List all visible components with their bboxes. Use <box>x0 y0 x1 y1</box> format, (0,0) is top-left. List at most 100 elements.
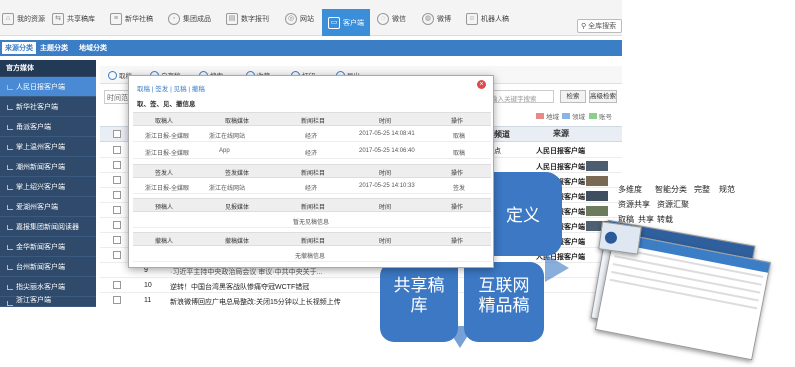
sidebar-item[interactable]: 台州新闻客户端 <box>0 257 96 277</box>
header-cell: 撤稿媒体 <box>225 239 250 245</box>
row-title[interactable]: ·习近平主持中央政治局会议 审议·中共中央关于... <box>170 267 322 277</box>
sidebar-item[interactable]: 爱湖州客户端 <box>0 197 96 217</box>
cell: 浙江在线网站 <box>209 186 246 192</box>
legend-swatch <box>562 113 570 119</box>
modal-subtitle: 取、签、见、撤信息 <box>137 101 196 108</box>
row-number: 11 <box>144 297 152 304</box>
row-title[interactable]: 新浪微博回应广电总局整改:关闭15分钟以上长视频上传 <box>170 297 341 307</box>
legend-region: 地域 <box>536 111 559 121</box>
header-cell: 预稿人 <box>155 205 174 211</box>
header-cell: 时间 <box>379 119 392 125</box>
cell: 取稿 <box>453 134 466 140</box>
sidebar-item[interactable]: 人民日报客户端 <box>0 77 96 97</box>
row-checkbox[interactable] <box>113 206 121 214</box>
row-checkbox[interactable] <box>113 146 121 154</box>
tab-group-products[interactable]: ◦ 集团成品 <box>168 10 211 28</box>
wechat-icon: ◌ <box>377 13 389 25</box>
feature-text: 资源共享 <box>618 200 650 209</box>
header-cell: 时间 <box>379 205 392 211</box>
retrieve-button[interactable]: 检索 <box>560 90 586 103</box>
product-screenshot-logo <box>598 221 642 255</box>
cell: 2017-05-25 14:06:40 <box>359 148 415 154</box>
legend-field: 领域 <box>562 111 585 121</box>
cell: 取稿 <box>453 151 466 157</box>
row-title[interactable]: 点 <box>494 146 501 156</box>
sidebar-item[interactable]: 掌上温州客户端 <box>0 137 96 157</box>
sidebar-item[interactable]: 新华社客户端 <box>0 97 96 117</box>
row-checkbox[interactable] <box>113 191 121 199</box>
modal-tabs[interactable]: 取稿 | 签发 | 见稿 | 撤稿 <box>137 83 205 93</box>
client-icon: ▭ <box>328 16 340 29</box>
header-cell: 新闻栏目 <box>301 119 326 125</box>
sidebar-item[interactable]: 浙江客户端 <box>0 293 96 307</box>
row-title[interactable]: 逆转！中国台湾黑客战队惨痛夺冠WCTF错冠 <box>170 282 309 292</box>
feature-text: 完整 <box>694 185 710 194</box>
row-checkbox[interactable] <box>113 251 121 259</box>
header-cell: 取稿人 <box>155 119 174 125</box>
cell: 经济 <box>305 151 318 157</box>
cell: 2017-05-25 14:08:41 <box>359 131 415 137</box>
sidebar-item[interactable]: 甬派客户端 <box>0 117 96 137</box>
select-all-checkbox[interactable] <box>113 130 121 138</box>
thumbnail-image <box>586 191 608 201</box>
tab-website[interactable]: ◎ 网站 <box>285 10 314 28</box>
withdraw-empty-row: 无撤稿信息 <box>133 248 491 262</box>
sidebar-item[interactable]: 嘉报集团新闻阅读器 <box>0 217 96 237</box>
advanced-search-button[interactable]: 高级检索 <box>589 90 617 103</box>
tab-robot[interactable]: ☺ 机器人稿 <box>466 10 509 28</box>
tab-digital-newspaper[interactable]: ▤ 数字报刊 <box>226 10 269 28</box>
share-icon: ⇆ <box>52 13 64 25</box>
cell: 浙江在线网站 <box>209 134 246 140</box>
tab-client[interactable]: ▭ 客户端 <box>322 9 370 36</box>
row-source: 人民日报客户端 <box>536 148 585 155</box>
tab-shared-library[interactable]: ⇆ 共享稿库 <box>52 10 95 28</box>
header-cell: 新闻栏目 <box>301 171 326 177</box>
header-cell: 撤稿人 <box>155 239 174 245</box>
sidebar-heading: 官方媒体 <box>0 60 96 76</box>
row-source: 人民日报客户端 <box>536 164 585 171</box>
logo-icon <box>604 230 618 245</box>
feature-text: 智能分类 <box>655 185 687 194</box>
cell: 2017-05-25 14:10:33 <box>359 183 415 189</box>
header-cell: 取稿媒体 <box>225 119 250 125</box>
tab-weibo[interactable]: ◍ 微博 <box>422 10 451 28</box>
column-header-category: 频道 <box>494 130 510 139</box>
cell: 经济 <box>305 134 318 140</box>
thumbnail-image <box>586 176 608 186</box>
category-region[interactable]: 地域分类 <box>79 43 107 53</box>
row-checkbox[interactable] <box>113 236 121 244</box>
header-cell: 操作 <box>451 119 464 125</box>
take-icon <box>108 70 117 80</box>
row-checkbox[interactable] <box>113 281 121 289</box>
take-row: 浙江日报-全媒眼 App 经济 2017-05-25 14:06:40 取稿 <box>133 145 491 159</box>
sidebar-item[interactable]: 潮州新闻客户端 <box>0 157 96 177</box>
keyword-search-input[interactable]: 输入关键字搜索 <box>488 90 554 103</box>
close-icon[interactable]: × <box>477 80 486 89</box>
tab-my-resources[interactable]: ⌂ 我的资源 <box>2 10 45 28</box>
diagram-arrow-down <box>446 326 474 348</box>
feature-text: 转载 <box>657 215 673 224</box>
category-topic[interactable]: 主题分类 <box>40 43 68 53</box>
sign-row: 浙江日报-全媒眼 浙江在线网站 经济 2017-05-25 14:10:33 签… <box>133 180 491 194</box>
row-checkbox[interactable] <box>113 161 121 169</box>
row-number: 9 <box>144 267 148 274</box>
cell: 浙江日报-全媒眼 <box>145 186 189 192</box>
weibo-icon: ◍ <box>422 13 434 25</box>
header-cell: 时间 <box>379 171 392 177</box>
sidebar-item[interactable]: 掌上绍兴客户端 <box>0 177 96 197</box>
row-checkbox[interactable] <box>113 176 121 184</box>
cell: 经济 <box>305 186 318 192</box>
row-checkbox[interactable] <box>113 296 121 304</box>
globe-icon: ◎ <box>285 13 297 25</box>
sidebar-item[interactable]: 金华新闻客户端 <box>0 237 96 257</box>
article-history-modal: 取稿 | 签发 | 见稿 | 撤稿 取、签、见、撤信息 × 取稿人 取稿媒体 新… <box>128 75 494 268</box>
tab-wechat[interactable]: ◌ 微信 <box>377 10 406 28</box>
sign-table-header: 签发人 签发媒体 新闻栏目 时间 操作 <box>133 164 491 178</box>
category-source[interactable]: 来源分类 <box>2 42 36 54</box>
global-search-button[interactable]: ⚲ 全库搜索 <box>577 19 622 33</box>
diagram-label-premium: 互联网 精品稿 <box>478 276 530 316</box>
row-checkbox[interactable] <box>113 221 121 229</box>
seen-empty-row: 暂无见稿信息 <box>133 214 491 228</box>
tab-xinhua[interactable]: ≡ 新华社稿 <box>110 10 153 28</box>
news-icon: ≡ <box>110 13 122 25</box>
